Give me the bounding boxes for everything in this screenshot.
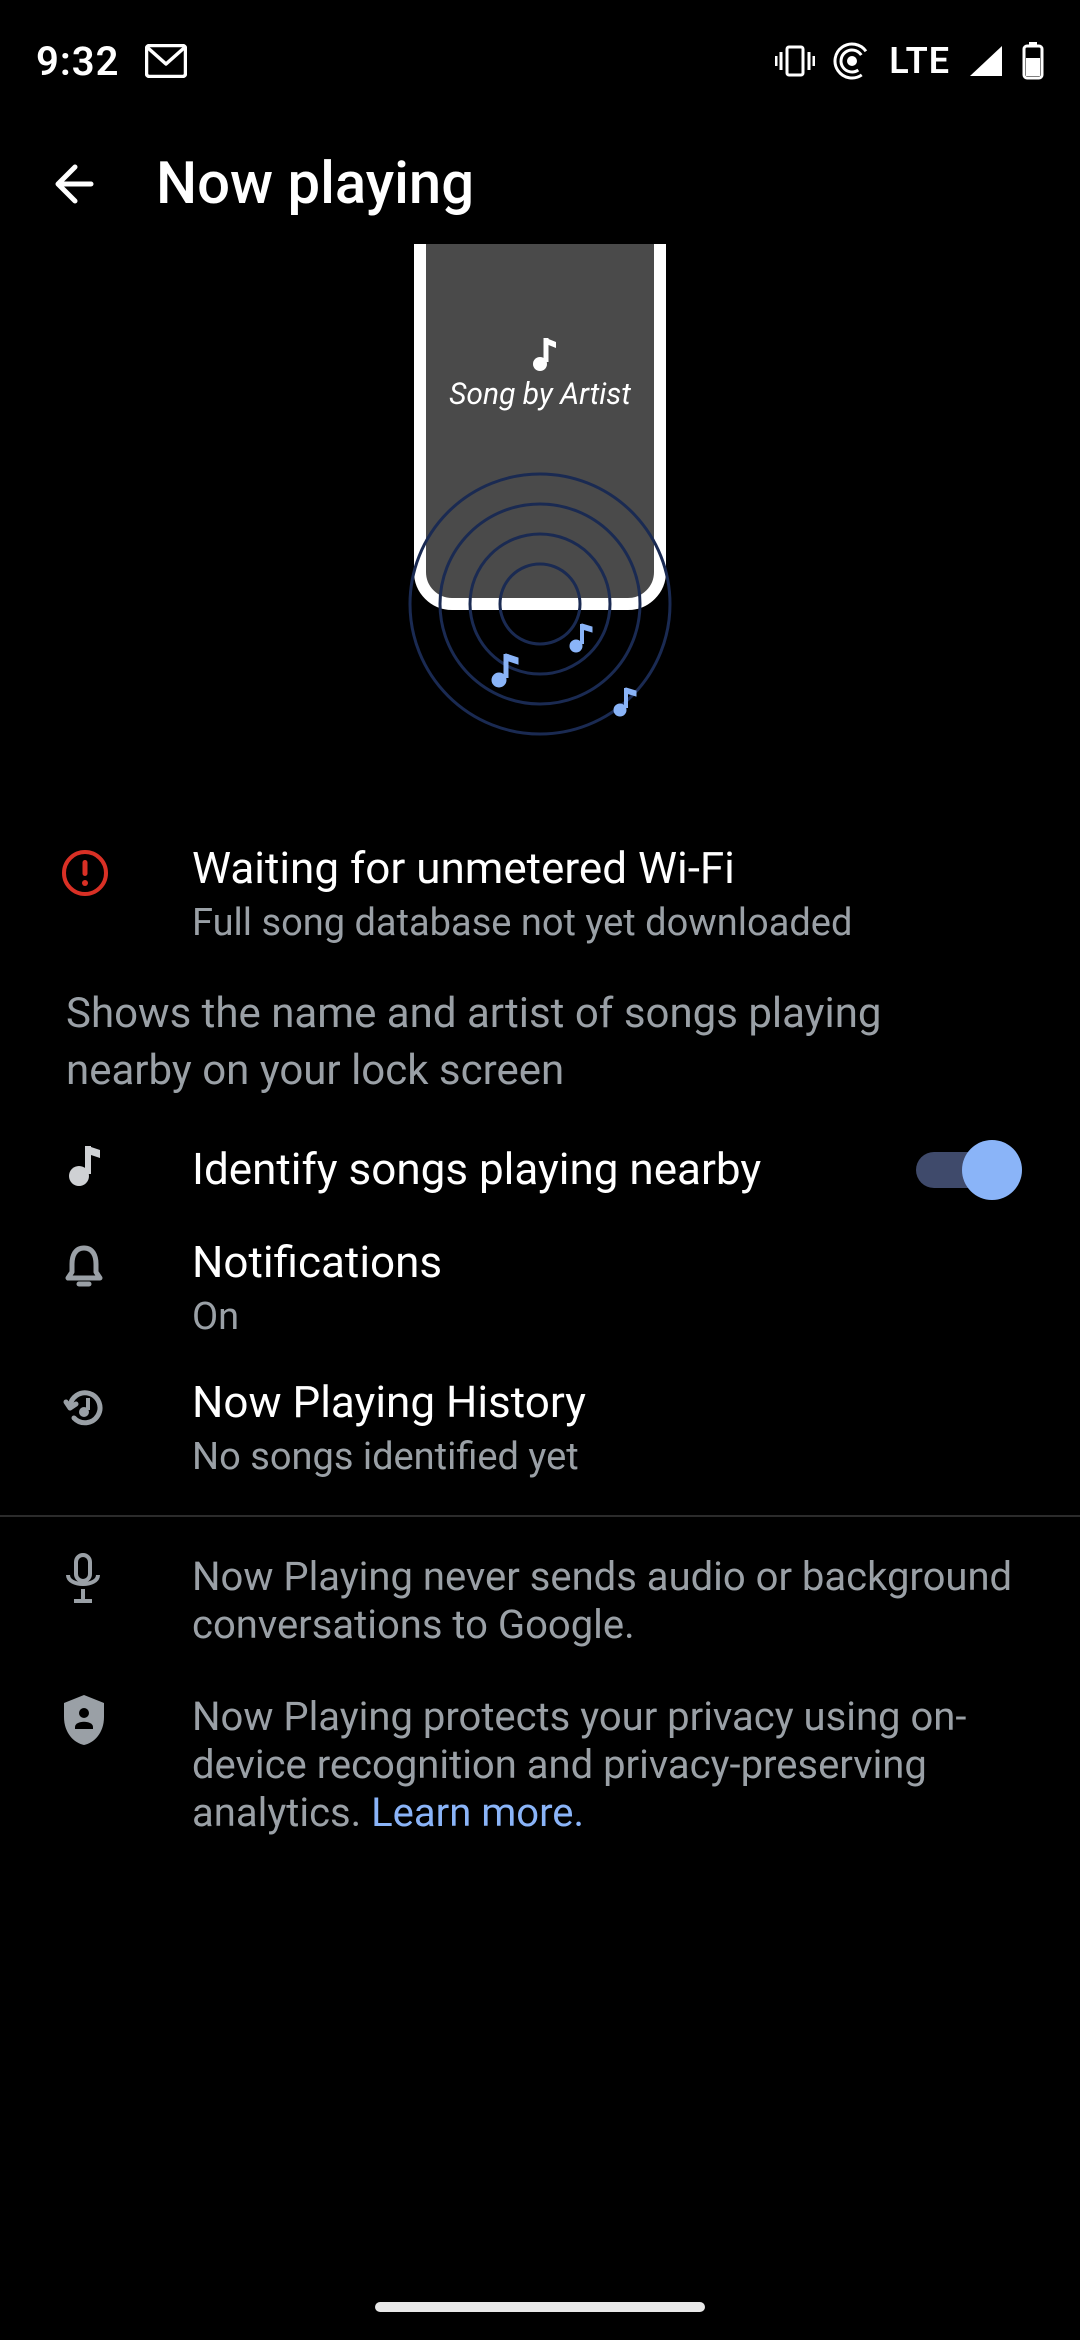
wifi-warning-row: Waiting for unmetered Wi-Fi Full song da… xyxy=(0,824,1080,964)
privacy-shield-icon xyxy=(60,1693,108,1747)
hero-caption: Song by Artist xyxy=(449,377,631,412)
status-time: 9:32 xyxy=(36,38,119,85)
music-note-icon xyxy=(60,1140,108,1188)
identify-songs-row[interactable]: Identify songs playing nearby xyxy=(0,1122,1080,1218)
wifi-warning-subtitle: Full song database not yet downloaded xyxy=(192,901,1020,947)
history-title: Now Playing History xyxy=(192,1376,1020,1429)
history-subtitle: No songs identified yet xyxy=(192,1435,1020,1481)
cellular-signal-icon xyxy=(968,44,1004,78)
bell-icon xyxy=(60,1242,108,1290)
now-playing-illustration: Song by Artist xyxy=(0,244,1080,824)
app-bar: Now playing xyxy=(0,108,1080,244)
privacy-audio-text: Now Playing never sends audio or backgro… xyxy=(192,1553,1020,1649)
identify-songs-toggle[interactable] xyxy=(916,1140,1020,1200)
notifications-title: Notifications xyxy=(192,1236,1020,1289)
learn-more-link[interactable]: Learn more. xyxy=(371,1789,584,1836)
gesture-nav-bar[interactable] xyxy=(0,2302,1080,2312)
feature-description: Shows the name and artist of songs playi… xyxy=(0,964,1080,1121)
battery-icon xyxy=(1022,42,1044,80)
identify-songs-title: Identify songs playing nearby xyxy=(192,1143,900,1196)
history-icon xyxy=(60,1382,110,1432)
page-title: Now playing xyxy=(156,150,474,218)
arrow-back-icon xyxy=(47,159,97,209)
music-note-icon xyxy=(614,688,636,716)
vibrate-icon xyxy=(775,44,815,78)
mic-icon xyxy=(60,1553,106,1605)
back-button[interactable] xyxy=(36,148,108,220)
gmail-icon xyxy=(145,44,187,78)
privacy-audio-row: Now Playing never sends audio or backgro… xyxy=(0,1533,1080,1663)
divider xyxy=(0,1515,1080,1517)
hotspot-icon xyxy=(833,42,871,80)
privacy-shield-row: Now Playing protects your privacy using … xyxy=(0,1673,1080,1851)
privacy-shield-text: Now Playing protects your privacy using … xyxy=(192,1693,1020,1837)
status-bar: 9:32 LTE xyxy=(0,0,1080,108)
now-playing-history-row[interactable]: Now Playing History No songs identified … xyxy=(0,1358,1080,1498)
notifications-status: On xyxy=(192,1295,1020,1341)
network-type-label: LTE xyxy=(889,40,950,82)
wifi-warning-title: Waiting for unmetered Wi-Fi xyxy=(192,842,1020,895)
notifications-row[interactable]: Notifications On xyxy=(0,1218,1080,1358)
alert-circle-icon xyxy=(60,848,110,898)
